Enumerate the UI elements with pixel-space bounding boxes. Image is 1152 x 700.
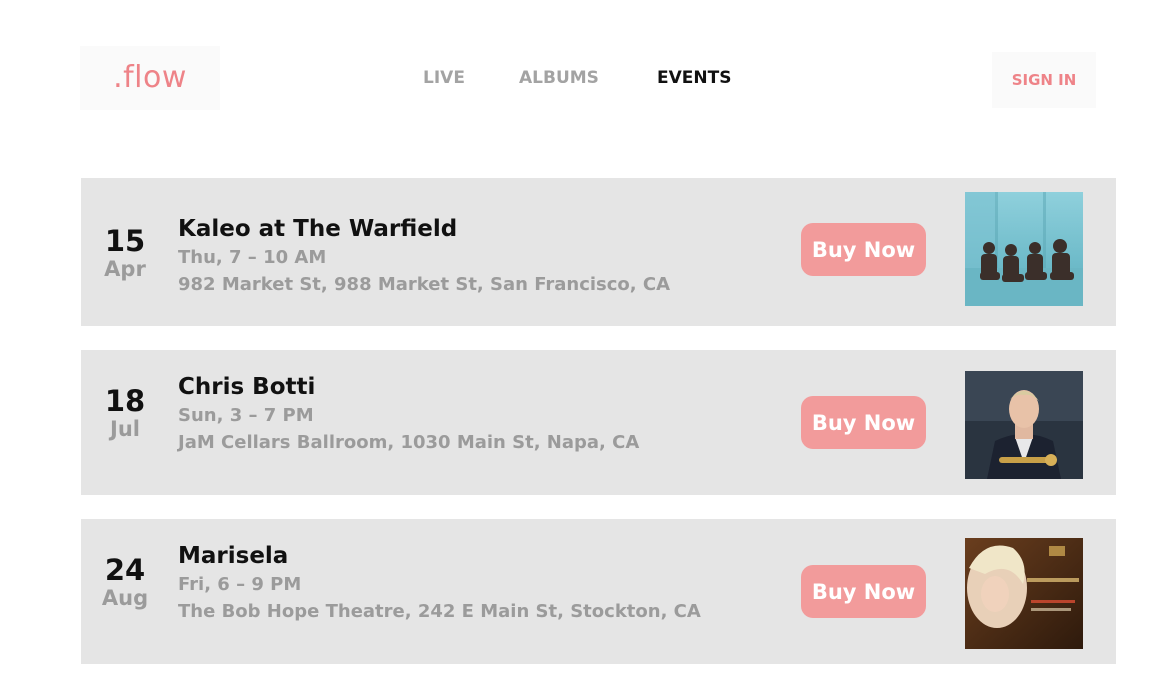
event-info: Chris Botti Sun, 3 – 7 PM JaM Cellars Ba… [178, 372, 639, 456]
event-day: 15 [104, 224, 146, 258]
band-photo-image [965, 192, 1083, 306]
nav-events[interactable]: EVENTS [657, 68, 731, 88]
main-nav: LIVE ALBUMS EVENTS [0, 68, 1152, 92]
event-month: Jul [110, 417, 140, 441]
event-month: Apr [104, 257, 146, 281]
sign-in-button[interactable]: SIGN IN [992, 52, 1096, 108]
buy-now-button[interactable]: Buy Now [801, 223, 926, 276]
event-month: Aug [101, 586, 149, 610]
nav-albums[interactable]: ALBUMS [519, 68, 599, 88]
event-time: Thu, 7 – 10 AM [178, 247, 327, 268]
nav-live[interactable]: LIVE [423, 68, 465, 88]
event-card: 18 Jul Chris Botti Sun, 3 – 7 PM JaM Cel… [81, 350, 1116, 495]
event-card: 24 Aug Marisela Fri, 6 – 9 PM The Bob Ho… [81, 519, 1116, 664]
event-venue: 982 Market St, 988 Market St, San Franci… [178, 274, 671, 295]
event-time: Fri, 6 – 9 PM [178, 574, 302, 595]
event-title[interactable]: Marisela [178, 541, 701, 571]
event-info: Marisela Fri, 6 – 9 PM The Bob Hope Thea… [178, 541, 701, 625]
event-title[interactable]: Chris Botti [178, 372, 639, 402]
event-venue: The Bob Hope Theatre, 242 E Main St, Sto… [178, 601, 701, 622]
event-time: Sun, 3 – 7 PM [178, 405, 314, 426]
event-image[interactable] [965, 192, 1083, 306]
event-info: Kaleo at The Warfield Thu, 7 – 10 AM 982… [178, 214, 670, 298]
artist-photo-image [965, 371, 1083, 479]
event-day: 18 [104, 384, 146, 418]
event-date: 18 Jul [81, 385, 169, 441]
event-date: 24 Aug [81, 554, 169, 610]
event-image[interactable] [965, 538, 1083, 649]
event-date: 15 Apr [81, 225, 169, 281]
event-image[interactable] [965, 371, 1083, 479]
buy-now-button[interactable]: Buy Now [801, 565, 926, 618]
event-day: 24 [104, 553, 146, 587]
event-poster-image [965, 538, 1083, 649]
event-card: 15 Apr Kaleo at The Warfield Thu, 7 – 10… [81, 178, 1116, 326]
event-title[interactable]: Kaleo at The Warfield [178, 214, 670, 244]
buy-now-button[interactable]: Buy Now [801, 396, 926, 449]
event-venue: JaM Cellars Ballroom, 1030 Main St, Napa… [178, 432, 640, 453]
